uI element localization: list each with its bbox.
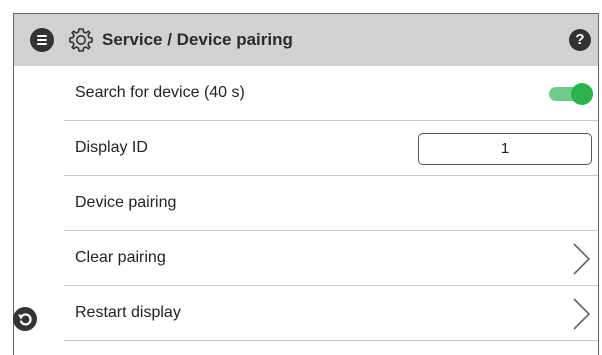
chevron-right-icon bbox=[573, 298, 591, 330]
menu-icon[interactable] bbox=[30, 28, 54, 52]
device-pairing-row: Device pairing bbox=[64, 176, 598, 231]
device-pairing-label: Device pairing bbox=[75, 194, 177, 211]
display-id-label: Display ID bbox=[75, 139, 148, 156]
clear-pairing-label: Clear pairing bbox=[75, 249, 166, 266]
settings-list: Search for device (40 s) Display ID 1 De… bbox=[64, 66, 598, 341]
display-id-row: Display ID 1 bbox=[64, 121, 598, 176]
display-id-input[interactable]: 1 bbox=[418, 133, 592, 165]
restart-display-label: Restart display bbox=[75, 304, 181, 321]
gear-icon bbox=[69, 28, 93, 52]
search-device-label: Search for device (40 s) bbox=[75, 84, 245, 101]
device-pairing-panel: Service / Device pairing ? Search for de… bbox=[13, 13, 599, 355]
header-bar: Service / Device pairing ? bbox=[14, 14, 598, 66]
search-device-row: Search for device (40 s) bbox=[64, 66, 598, 121]
toggle-knob bbox=[571, 83, 593, 105]
page-title: Service / Device pairing bbox=[102, 30, 293, 49]
clear-pairing-row[interactable]: Clear pairing bbox=[64, 231, 598, 286]
chevron-right-icon bbox=[573, 243, 591, 275]
back-icon[interactable] bbox=[13, 307, 37, 331]
restart-display-row[interactable]: Restart display bbox=[64, 286, 598, 341]
help-icon[interactable]: ? bbox=[569, 29, 591, 51]
back-arrow-glyph bbox=[18, 313, 32, 326]
search-device-toggle[interactable] bbox=[549, 83, 593, 105]
